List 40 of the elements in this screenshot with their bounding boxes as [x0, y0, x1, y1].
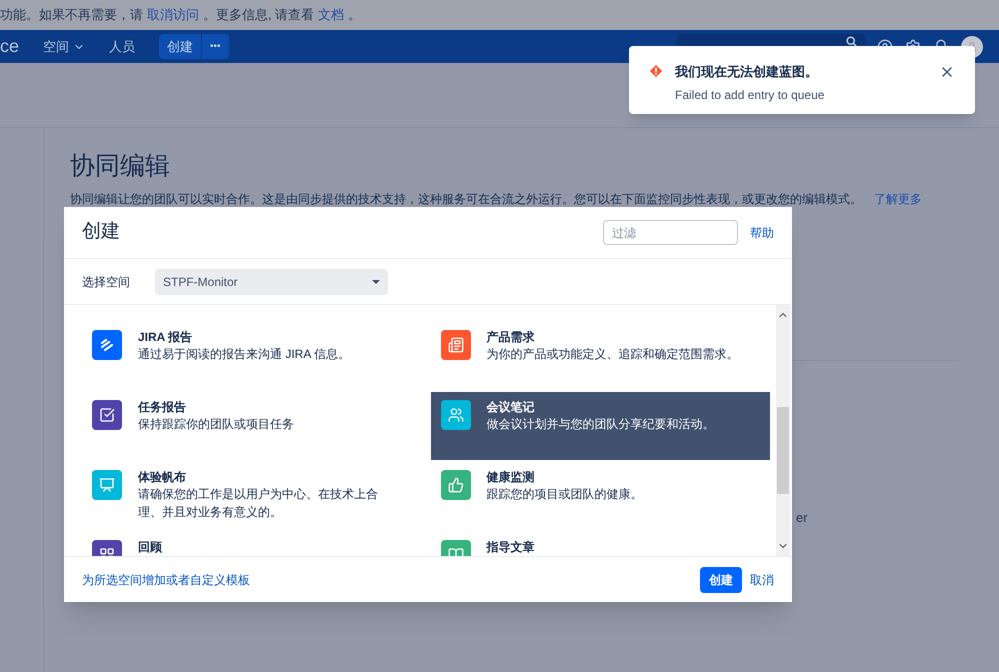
template-description: 做会议计划并与您的团队分享纪要和活动。 — [486, 416, 714, 433]
create-button[interactable]: 创建 — [159, 34, 202, 59]
template-title: 任务报告 — [138, 400, 187, 415]
cancel-button[interactable]: 取消 — [750, 570, 774, 588]
template-description: 跟踪您的项目或团队的健康。 — [486, 486, 642, 503]
toast-message: Failed to add entry to queue — [675, 86, 826, 104]
caret-icon — [372, 280, 380, 284]
error-icon — [649, 64, 663, 78]
banner-text: 。 — [348, 6, 362, 24]
toast-title: 我们现在无法创建蓝图。 — [675, 63, 819, 81]
page-title: 协同编辑 — [70, 151, 171, 182]
nav-item[interactable]: 人员 — [109, 36, 136, 56]
logo-text: ce — [0, 35, 20, 58]
template-description: 通过易于阅读的报告来沟通 JIRA 信息。 — [138, 346, 350, 363]
intro-text: 协同编辑让您的团队可以实时合作。这是由同步提供的技术支持，这种服务可在合流之外运行。您可以在下面监控同步性表现，或更改您的编辑模式。 — [70, 192, 862, 206]
space-label: 选择空间 — [82, 274, 131, 290]
template-description: 为你的产品或功能定义、追踪和确定范围需求。 — [486, 346, 738, 363]
template-item[interactable]: 会议笔记 做会议计划并与您的团队分享纪要和活动。 — [430, 392, 770, 460]
template-title: 回顾 — [138, 540, 162, 555]
template-title: 指导文章 — [486, 540, 534, 555]
template-title: 健康监测 — [486, 470, 536, 485]
template-description: 保持跟踪你的团队或项目任务 — [138, 416, 294, 433]
scrollbar[interactable] — [776, 305, 790, 556]
banner-text: 。更多信息, 请查看 — [203, 6, 314, 24]
search-icon — [846, 36, 857, 47]
template-title: JIRA 报告 — [138, 330, 194, 345]
filter-field[interactable]: 过滤 — [603, 220, 738, 245]
text-fragment: er — [796, 508, 809, 526]
space-select[interactable]: STPF-Monitor — [155, 268, 388, 294]
template-description: 请确保您的工作是以用户为中心、在技术上合理、并且对业务有意义的。 — [138, 486, 379, 521]
customize-templates-link[interactable]: 为所选空间增加或者自定义模板 — [82, 570, 250, 588]
template-title: 会议笔记 — [486, 400, 536, 415]
more-button[interactable]: ••• — [202, 34, 229, 59]
template-title: 产品需求 — [486, 330, 536, 345]
template-title: 体验帆布 — [138, 470, 187, 485]
banner-text: 功能。如果不再需要，请 — [0, 6, 143, 24]
create-button[interactable]: 创建 — [700, 566, 742, 592]
help-link[interactable]: 帮助 — [750, 224, 774, 242]
nav-item[interactable]: 空间 — [43, 36, 86, 56]
dialog-title: 创建 — [82, 220, 120, 244]
